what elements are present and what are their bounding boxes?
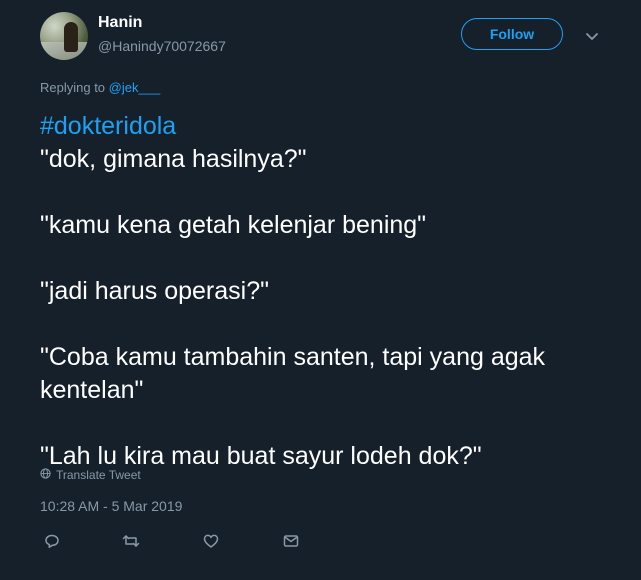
author-handle[interactable]: @Hanindy70072667	[98, 38, 226, 54]
tweet-gap	[40, 407, 610, 440]
tweet-line: "Coba kamu tambahin santen, tapi yang ag…	[40, 343, 546, 371]
reply-mention-link[interactable]: @jek___	[109, 80, 161, 95]
tweet-gap	[40, 242, 610, 275]
translate-label: Translate Tweet	[56, 468, 141, 482]
reply-context: Replying to @jek___	[40, 80, 160, 95]
tweet-line: "kamu kena getah kelenjar bening"	[40, 211, 427, 239]
reply-prefix: Replying to	[40, 80, 106, 95]
tweet-gap	[40, 308, 610, 341]
tweet-line: kentelan"	[40, 376, 144, 404]
author-name[interactable]: Hanin	[98, 14, 142, 32]
heart-icon[interactable]	[202, 532, 220, 550]
comment-icon[interactable]	[43, 532, 61, 550]
avatar-figure	[64, 22, 78, 52]
tweet-line: "dok, gimana hasilnya?"	[40, 145, 307, 173]
tweet-actions	[43, 532, 323, 552]
envelope-icon[interactable]	[282, 532, 300, 550]
globe-icon	[40, 468, 51, 482]
tweet-timestamp[interactable]: 10:28 AM - 5 Mar 2019	[40, 498, 182, 514]
avatar[interactable]	[40, 12, 88, 60]
follow-button[interactable]: Follow	[461, 18, 563, 50]
hashtag-link[interactable]: #dokteridola	[40, 110, 610, 143]
chevron-down-icon[interactable]	[584, 28, 600, 44]
translate-tweet-link[interactable]: Translate Tweet	[40, 468, 141, 482]
tweet-gap	[40, 176, 610, 209]
retweet-icon[interactable]	[122, 532, 140, 550]
tweet-line: "jadi harus operasi?"	[40, 277, 269, 305]
tweet-text: #dokteridola "dok, gimana hasilnya?" "ka…	[40, 110, 610, 473]
